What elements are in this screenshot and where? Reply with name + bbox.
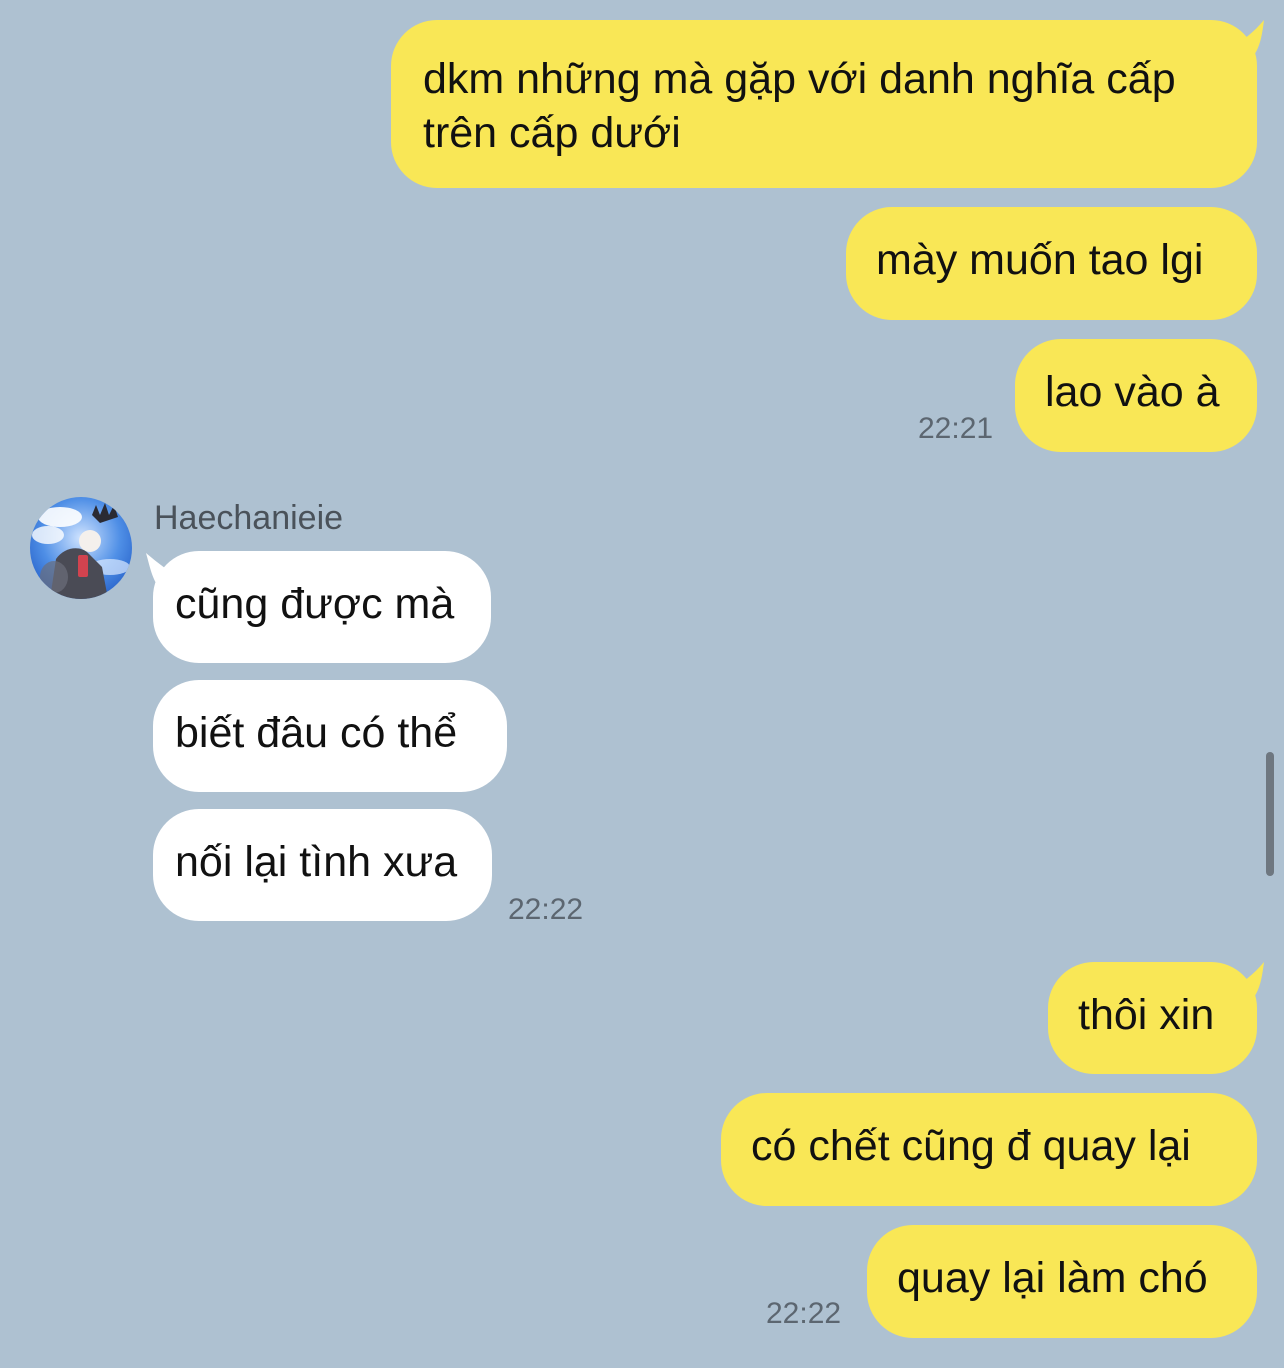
message-bubble-outgoing[interactable]: mày muốn tao lgi bbox=[846, 207, 1257, 320]
message-timestamp: 22:22 bbox=[508, 893, 584, 926]
message-text: lao vào à bbox=[1045, 368, 1220, 416]
message-bubble-outgoing[interactable]: có chết cũng đ quay lại bbox=[721, 1093, 1257, 1206]
message-text: thôi xin bbox=[1078, 991, 1215, 1039]
message-text: biết đâu có thể bbox=[175, 709, 458, 757]
message-bubble-outgoing[interactable]: thôi xin bbox=[1048, 962, 1257, 1074]
message-bubble-incoming[interactable]: nối lại tình xưa bbox=[153, 809, 492, 921]
message-text: dkm những mà gặp với danh nghĩa cấp trên… bbox=[423, 55, 1176, 157]
message-bubble-outgoing[interactable]: lao vào à bbox=[1015, 339, 1257, 452]
contact-avatar[interactable] bbox=[30, 497, 132, 599]
chat-scrollbar[interactable] bbox=[1266, 752, 1274, 876]
message-timestamp: 22:22 bbox=[766, 1297, 842, 1330]
message-bubble-outgoing[interactable]: quay lại làm chó bbox=[867, 1225, 1257, 1338]
message-text: mày muốn tao lgi bbox=[876, 236, 1204, 284]
message-text: nối lại tình xưa bbox=[175, 838, 458, 886]
message-text: quay lại làm chó bbox=[897, 1254, 1208, 1302]
message-text: có chết cũng đ quay lại bbox=[751, 1122, 1191, 1170]
message-bubble-incoming[interactable]: biết đâu có thể bbox=[153, 680, 507, 792]
message-text: cũng được mà bbox=[175, 580, 455, 628]
message-timestamp: 22:21 bbox=[918, 412, 994, 445]
message-bubble-outgoing[interactable]: dkm những mà gặp với danh nghĩa cấp trên… bbox=[391, 20, 1257, 188]
message-bubble-incoming[interactable]: cũng được mà bbox=[153, 551, 491, 663]
sender-name: Haechanieie bbox=[154, 499, 344, 537]
contact-avatar-photo-icon bbox=[30, 497, 132, 599]
